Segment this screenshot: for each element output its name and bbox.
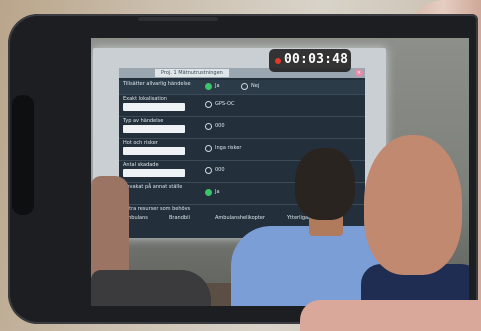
- text-field: [123, 125, 185, 133]
- person-center-head: [295, 148, 355, 220]
- radio-option-label: Ja: [215, 189, 220, 195]
- radio-icon: [205, 123, 212, 130]
- form-row: Exakt lokalisation GPS-OC: [119, 95, 365, 117]
- hand-foreground: [300, 300, 481, 331]
- camera-viewfinder: Proj. 1 Mätnutrustningen × Tillsätter al…: [91, 38, 469, 306]
- form-row: Tillsätter allvarlig händelse Ja Nej: [119, 80, 365, 95]
- text-field: [123, 103, 185, 111]
- radio-option-label: Nej: [251, 83, 260, 89]
- checkbox-option-label: Ambulanshelikopter: [215, 215, 265, 221]
- radio-icon: [205, 167, 212, 174]
- form-row-label: Exakt lokalisation: [123, 96, 167, 102]
- phone-camera-bezel: [12, 95, 34, 215]
- radio-icon: [205, 145, 212, 152]
- radio-option-label: Ja: [215, 83, 220, 89]
- text-field: [123, 169, 185, 177]
- record-dot-icon: [275, 58, 281, 64]
- form-row-label: Tillsätter allvarlig händelse: [123, 81, 191, 87]
- radio-option-label: Inga risker: [215, 145, 242, 151]
- radio-option-label: 000: [215, 123, 225, 129]
- form-row-label: Extra resurser som behövs: [123, 206, 191, 212]
- recording-timer: 00:03:48: [269, 49, 351, 72]
- text-field: [123, 147, 185, 155]
- person-left-shoulder: [91, 270, 211, 306]
- radio-icon: [241, 83, 248, 90]
- projected-tab: Proj. 1 Mätnutrustningen: [155, 69, 229, 77]
- radio-option-label: GPS-OC: [215, 101, 235, 107]
- radio-checked-icon: [205, 189, 212, 196]
- form-row: Typ av händelse 000: [119, 117, 365, 139]
- close-icon: ×: [355, 69, 363, 77]
- phone-speaker: [138, 17, 218, 21]
- form-row-label: Antal skadade: [123, 162, 159, 168]
- form-row-label: Typ av händelse: [123, 118, 164, 124]
- timer-text: 00:03:48: [284, 52, 349, 67]
- form-row-label: Hot och risker: [123, 140, 158, 146]
- form-row-label: Bevakat på annat ställe: [123, 184, 183, 190]
- checkbox-option-label: Brandbil: [169, 215, 190, 221]
- radio-icon: [205, 101, 212, 108]
- person-right-head: [364, 135, 462, 275]
- radio-option-label: 000: [215, 167, 225, 173]
- radio-checked-icon: [205, 83, 212, 90]
